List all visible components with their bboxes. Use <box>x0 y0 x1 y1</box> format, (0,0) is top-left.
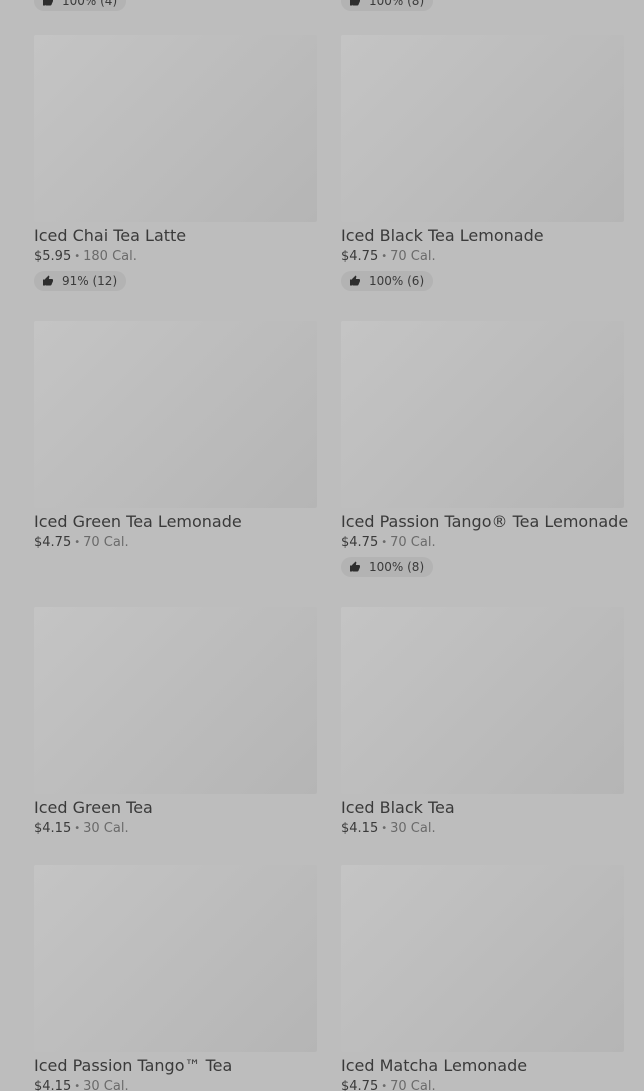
separator-dot: • <box>381 1081 388 1091</box>
product-name: Iced Black Tea Lemonade <box>341 226 544 245</box>
menu-grid-page: 100% (4) 100% (8) Iced Chai Tea Latte $5… <box>0 0 644 1091</box>
partial-top-rating-left: 100% (4) <box>34 0 127 11</box>
product-card-iced-passion-tango-tea[interactable]: Iced Passion Tango™ Tea $4.15 • 30 Cal. <box>34 865 317 1091</box>
product-calories: 70 Cal. <box>390 249 436 264</box>
separator-dot: • <box>381 251 388 262</box>
product-card-iced-green-tea-lemonade[interactable]: Iced Green Tea Lemonade $4.75 • 70 Cal. <box>34 321 317 551</box>
rating-text: 91% (12) <box>62 274 118 288</box>
product-calories: 30 Cal. <box>83 821 129 836</box>
product-card-iced-black-tea[interactable]: Iced Black Tea $4.15 • 30 Cal. <box>341 607 624 837</box>
rating-badge: 100% (8) <box>341 557 434 577</box>
product-price: $4.75 <box>341 249 379 264</box>
product-price: $4.15 <box>34 821 72 836</box>
product-calories: 30 Cal. <box>83 1079 129 1091</box>
product-calories: 30 Cal. <box>390 821 436 836</box>
product-meta: $4.75 • 70 Cal. <box>34 535 317 551</box>
product-card-iced-passion-tango-tea-lemonade[interactable]: Iced Passion Tango® Tea Lemonade $4.75 • 7… <box>341 321 629 577</box>
product-card-iced-green-tea[interactable]: Iced Green Tea $4.15 • 30 Cal. <box>34 607 317 837</box>
product-image[interactable] <box>34 321 317 508</box>
rating-badge: 100% (4) <box>34 0 127 11</box>
rating-text: 100% (4) <box>62 0 118 8</box>
product-price: $4.75 <box>341 535 379 550</box>
product-calories: 70 Cal. <box>390 535 436 550</box>
rating-text: 100% (8) <box>369 560 425 574</box>
product-image[interactable] <box>34 35 317 222</box>
product-name: Iced Green Tea <box>34 798 153 817</box>
product-grid: 100% (4) 100% (8) Iced Chai Tea Latte $5… <box>0 0 644 1091</box>
product-image[interactable] <box>341 321 624 508</box>
thumbs-up-icon <box>350 561 360 572</box>
product-calories: 180 Cal. <box>83 249 137 264</box>
product-name: Iced Chai Tea Latte <box>34 226 187 245</box>
rating-badge: 100% (8) <box>341 0 434 11</box>
product-image[interactable] <box>34 865 317 1052</box>
rating-badge: 91% (12) <box>34 271 127 291</box>
product-price: $4.15 <box>34 1079 72 1091</box>
separator-dot: • <box>74 1081 81 1091</box>
product-price: $4.75 <box>34 535 72 550</box>
product-meta: $5.95 • 180 Cal. <box>34 249 317 265</box>
thumbs-up-icon <box>350 0 360 6</box>
product-card-iced-black-tea-lemonade[interactable]: Iced Black Tea Lemonade $4.75 • 70 Cal. 10… <box>341 35 624 291</box>
product-card-iced-chai-tea-latte[interactable]: Iced Chai Tea Latte $5.95 • 180 Cal. 91% (… <box>34 35 317 291</box>
product-meta: $4.15 • 30 Cal. <box>341 821 624 837</box>
thumbs-up-icon <box>43 0 53 6</box>
separator-dot: • <box>74 537 81 548</box>
separator-dot: • <box>74 251 81 262</box>
rating-text: 100% (6) <box>369 274 425 288</box>
product-card-iced-matcha-lemonade[interactable]: Iced Matcha Lemonade $4.75 • 70 Cal. <box>341 865 624 1091</box>
product-name: Iced Black Tea <box>341 798 455 817</box>
product-meta: $4.15 • 30 Cal. <box>34 821 317 837</box>
partial-top-rating-right: 100% (8) <box>341 0 434 11</box>
product-meta: $4.75 • 70 Cal. <box>341 249 624 265</box>
product-price: $4.75 <box>341 1079 379 1091</box>
rating-badge: 100% (6) <box>341 271 434 291</box>
product-calories: 70 Cal. <box>390 1079 436 1091</box>
product-calories: 70 Cal. <box>83 535 129 550</box>
thumbs-up-icon <box>350 275 360 286</box>
separator-dot: • <box>381 537 388 548</box>
product-name: Iced Passion Tango™ Tea <box>34 1056 233 1075</box>
product-price: $4.15 <box>341 821 379 836</box>
product-name: Iced Passion Tango® Tea Lemonade <box>341 512 629 531</box>
product-name: Iced Green Tea Lemonade <box>34 512 242 531</box>
product-image[interactable] <box>34 607 317 794</box>
product-name: Iced Matcha Lemonade <box>341 1056 528 1075</box>
thumbs-up-icon <box>43 275 53 286</box>
product-image[interactable] <box>341 35 624 222</box>
separator-dot: • <box>74 823 81 834</box>
product-meta: $4.15 • 30 Cal. <box>34 1079 317 1091</box>
product-image[interactable] <box>341 607 624 794</box>
product-meta: $4.75 • 70 Cal. <box>341 1079 624 1091</box>
product-image[interactable] <box>341 865 624 1052</box>
product-price: $5.95 <box>34 249 72 264</box>
separator-dot: • <box>381 823 388 834</box>
rating-text: 100% (8) <box>369 0 425 8</box>
product-meta: $4.75 • 70 Cal. <box>341 535 624 551</box>
